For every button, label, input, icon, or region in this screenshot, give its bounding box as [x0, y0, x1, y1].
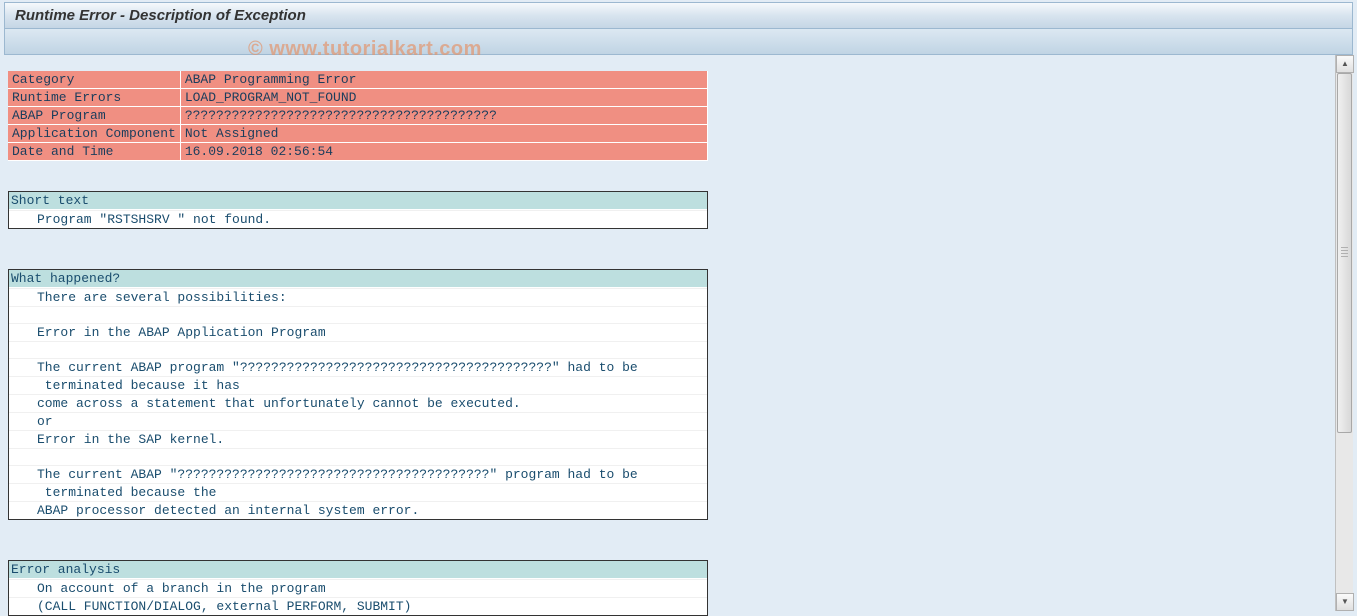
scroll-down-button[interactable]: ▼: [1336, 593, 1354, 611]
header-value: LOAD_PROGRAM_NOT_FOUND: [180, 89, 707, 107]
scroll-up-button[interactable]: ▲: [1336, 55, 1354, 73]
section-box: What happened?There are several possibil…: [8, 269, 708, 520]
scrollbar-thumb[interactable]: [1337, 73, 1352, 433]
header-value: ????????????????????????????????????????: [180, 107, 707, 125]
section-line: On account of a branch in the program: [9, 579, 707, 597]
section-line: [9, 306, 707, 323]
section-header: What happened?: [9, 270, 707, 288]
page-title: Runtime Error - Description of Exception: [15, 7, 306, 24]
header-label: Application Component: [8, 125, 180, 143]
section-line: The current ABAP program "??????????????…: [9, 358, 707, 376]
content-wrap: CategoryABAP Programming ErrorRuntime Er…: [4, 55, 1353, 611]
header-row: Date and Time16.09.2018 02:56:54: [8, 143, 708, 161]
header-row: ABAP Program????????????????????????????…: [8, 107, 708, 125]
error-header-table: CategoryABAP Programming ErrorRuntime Er…: [8, 71, 708, 161]
section-line: come across a statement that unfortunate…: [9, 394, 707, 412]
scroll-content: CategoryABAP Programming ErrorRuntime Er…: [4, 55, 1321, 611]
header-row: Application ComponentNot Assigned: [8, 125, 708, 143]
title-bar: Runtime Error - Description of Exception: [4, 2, 1353, 29]
section-line: ABAP processor detected an internal syst…: [9, 501, 707, 519]
header-value: 16.09.2018 02:56:54: [180, 143, 707, 161]
section-box: Short textProgram "RSTSHSRV " not found.: [8, 191, 708, 229]
header-label: Date and Time: [8, 143, 180, 161]
toolbar: [4, 29, 1353, 55]
section-line: The current ABAP "??????????????????????…: [9, 465, 707, 483]
section-line: terminated because it has: [9, 376, 707, 394]
section-line: (CALL FUNCTION/DIALOG, external PERFORM,…: [9, 597, 707, 615]
section-line: terminated because the: [9, 483, 707, 501]
section-line: [9, 341, 707, 358]
section-header: Error analysis: [9, 561, 707, 579]
header-row: CategoryABAP Programming Error: [8, 71, 708, 89]
section-header: Short text: [9, 192, 707, 210]
section-line: or: [9, 412, 707, 430]
vertical-scrollbar[interactable]: ▲ ▼: [1335, 55, 1353, 611]
section-line: Error in the SAP kernel.: [9, 430, 707, 448]
header-label: Category: [8, 71, 180, 89]
header-label: Runtime Errors: [8, 89, 180, 107]
header-label: ABAP Program: [8, 107, 180, 125]
section-box: Error analysisOn account of a branch in …: [8, 560, 708, 616]
section-line: There are several possibilities:: [9, 288, 707, 306]
section-line: Error in the ABAP Application Program: [9, 323, 707, 341]
header-row: Runtime ErrorsLOAD_PROGRAM_NOT_FOUND: [8, 89, 708, 107]
scrollbar-grip-icon: [1341, 247, 1348, 259]
header-value: ABAP Programming Error: [180, 71, 707, 89]
header-value: Not Assigned: [180, 125, 707, 143]
section-line: Program "RSTSHSRV " not found.: [9, 210, 707, 228]
section-line: [9, 448, 707, 465]
